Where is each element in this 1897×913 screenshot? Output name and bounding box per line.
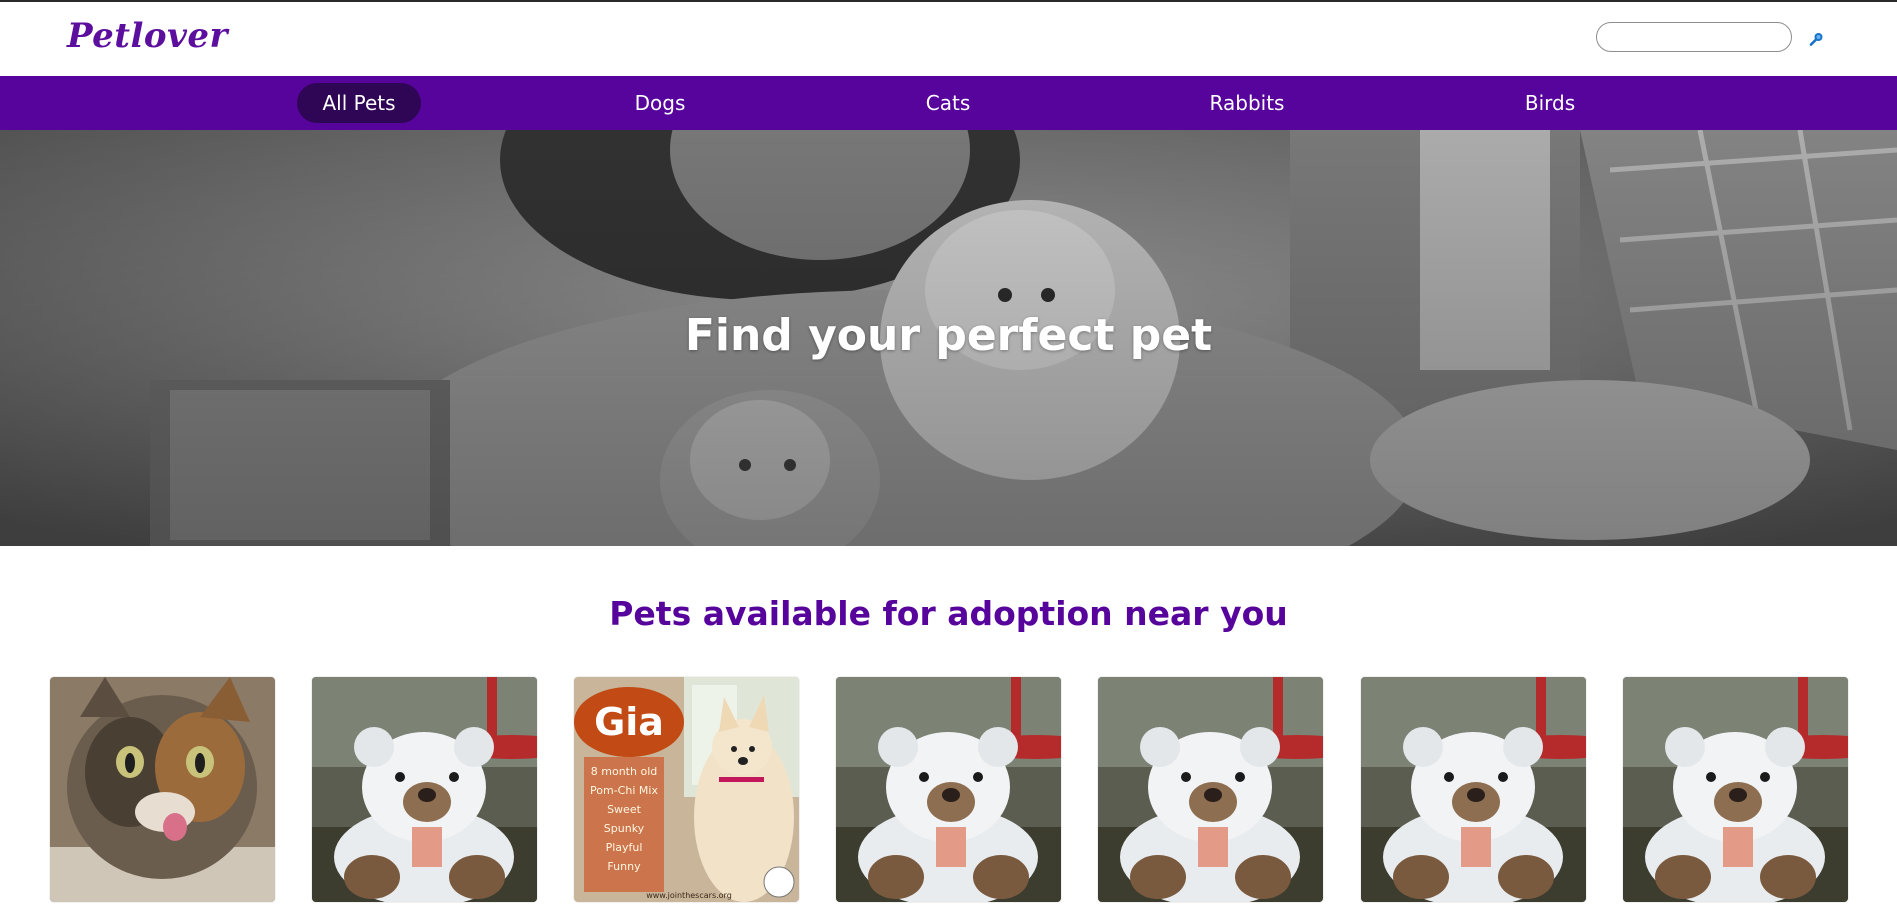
section-title: Pets available for adoption near you	[609, 594, 1288, 633]
poster-line: Playful	[606, 841, 643, 854]
nav-tab-cats[interactable]: Cats	[898, 83, 998, 123]
search-button[interactable]	[1808, 30, 1826, 48]
nav-tab-dogs[interactable]: Dogs	[610, 83, 710, 123]
poster-line: Funny	[607, 860, 641, 873]
teddy-bear-photo	[1361, 677, 1586, 902]
site-header: Petlover	[0, 2, 1897, 76]
teddy-bear-photo	[1623, 677, 1848, 902]
cat-photo	[50, 677, 275, 902]
pet-card[interactable]	[836, 677, 1061, 902]
nav-tab-rabbits[interactable]: Rabbits	[1197, 83, 1297, 123]
pet-card[interactable]	[1361, 677, 1586, 902]
teddy-bear-photo	[836, 677, 1061, 902]
nav-tab-birds[interactable]: Birds	[1500, 83, 1600, 123]
pet-card[interactable]: Gia 8 month old Pom-Chi Mix Sweet Spunky…	[574, 677, 799, 902]
poster-url: www.jointhescars.org	[646, 891, 732, 900]
search-input[interactable]	[1596, 22, 1792, 52]
pet-card[interactable]	[1098, 677, 1323, 902]
gia-dog-poster: Gia 8 month old Pom-Chi Mix Sweet Spunky…	[574, 677, 799, 902]
logo[interactable]: Petlover	[67, 16, 228, 56]
pet-card[interactable]	[312, 677, 537, 902]
poster-line: Sweet	[607, 803, 642, 816]
search-icon	[1809, 33, 1823, 46]
hero-title: Find your perfect pet	[684, 310, 1213, 361]
hero-banner: Find your perfect pet	[0, 130, 1897, 546]
nav-tab-all-pets[interactable]: All Pets	[297, 83, 421, 123]
main-nav: All Pets Dogs Cats Rabbits Birds	[0, 76, 1897, 130]
poster-line: Pom-Chi Mix	[590, 784, 658, 797]
teddy-bear-photo	[312, 677, 537, 902]
poster-line: 8 month old	[591, 765, 657, 778]
teddy-bear-photo	[1098, 677, 1323, 902]
poster-line: Spunky	[604, 822, 645, 835]
pet-card[interactable]	[50, 677, 275, 902]
pet-card[interactable]	[1623, 677, 1848, 902]
poster-name: Gia	[594, 700, 664, 744]
